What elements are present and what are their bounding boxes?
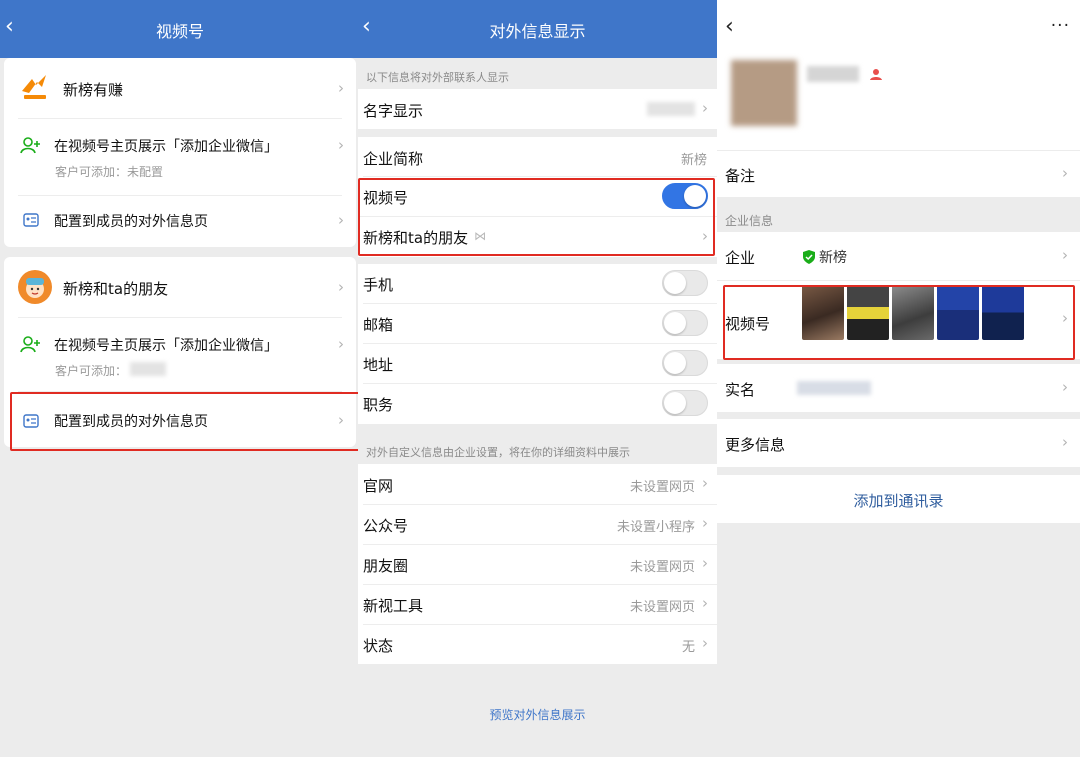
- chevron-right-icon: ›: [702, 99, 708, 117]
- verified-shield-icon: [803, 249, 815, 268]
- chevron-right-icon: ›: [338, 136, 344, 154]
- chevron-left-icon[interactable]: ‹: [725, 14, 734, 39]
- account-card-xinbang-youzhuan: 新榜有赚 › 在视频号主页展示「添加企业微信」 客户可添加：未配置 › 配置到成…: [4, 58, 356, 247]
- chevron-right-icon: ›: [1062, 378, 1068, 396]
- row-label: 在视频号主页展示「添加企业微信」: [54, 338, 278, 354]
- address-toggle[interactable]: [662, 350, 708, 376]
- divider: [363, 303, 717, 304]
- add-user-icon: [20, 135, 42, 159]
- friends-avatar: [18, 270, 52, 304]
- more-info-row[interactable]: 更多信息 ›: [717, 419, 1080, 467]
- phone-toggle[interactable]: [662, 270, 708, 296]
- highlight-box: [358, 178, 715, 256]
- chevron-right-icon: ›: [702, 554, 708, 572]
- section-note: 企业信息: [725, 214, 774, 228]
- account-name: 新榜和ta的朋友: [63, 280, 169, 298]
- real-name-row[interactable]: 实名 ›: [717, 364, 1080, 412]
- row-label: 在视频号主页展示「添加企业微信」: [54, 139, 278, 155]
- row-label: 企业简称: [363, 150, 424, 168]
- row-value: 未设置网页: [629, 560, 695, 575]
- custom-info-list: 官网 未设置网页 › 公众号 未设置小程序 › 朋友圈 未设置网页 › 新视工具…: [358, 464, 717, 664]
- show-add-wecom-row[interactable]: 在视频号主页展示「添加企业微信」 客户可添加：未配置 ›: [4, 119, 356, 181]
- row-label: 官网: [363, 477, 394, 495]
- section-note: 以下信息将对外部联系人显示: [366, 71, 509, 84]
- official-account-row[interactable]: 公众号 未设置小程序 ›: [358, 504, 717, 544]
- row-value: 无: [681, 640, 695, 655]
- highlight-box: [723, 285, 1075, 360]
- row-label: 地址: [363, 356, 394, 374]
- row-label: 配置到成员的对外信息页: [54, 214, 208, 230]
- id-card-icon: [23, 212, 39, 231]
- external-info-panel: ‹ 对外信息显示 ··· 以下信息将对外部联系人显示 名字显示 › 企业简称 新…: [358, 0, 717, 757]
- contact-profile-panel: ‹ ··· 备注 › 企业信息 企业 新榜 › 视频号 › 实名 › 更多信息 …: [717, 0, 1080, 757]
- row-value: 未设置网页: [629, 600, 695, 615]
- row-value: 新榜: [680, 153, 707, 168]
- row-label: 状态: [363, 637, 394, 655]
- add-user-icon: [20, 334, 42, 358]
- chevron-right-icon: ›: [1062, 433, 1068, 451]
- tools-row[interactable]: 新视工具 未设置网页 ›: [358, 584, 717, 624]
- chevron-right-icon: ›: [702, 514, 708, 532]
- row-label: 公众号: [363, 517, 409, 535]
- channels-settings-panel: ‹ 视频号 新榜有赚 › 在视频号主页展示「添加企业微信」 客户可添加：未配置 …: [0, 0, 360, 757]
- row-label: 名字显示: [363, 102, 424, 120]
- status-row[interactable]: 状态 无 ›: [358, 624, 717, 664]
- config-external-info-row[interactable]: 配置到成员的对外信息页 ›: [4, 196, 356, 246]
- row-label: 邮箱: [363, 316, 394, 334]
- chevron-right-icon: ›: [338, 335, 344, 353]
- name-display-row[interactable]: 名字显示 ›: [358, 89, 717, 129]
- chevron-right-icon: ›: [338, 79, 344, 97]
- redacted-name: [807, 66, 859, 82]
- row-label: 朋友圈: [363, 557, 409, 575]
- row-sublabel: 客户可添加：未配置: [55, 165, 164, 179]
- row-value: 未设置网页: [629, 480, 695, 495]
- row-label: 更多信息: [725, 436, 786, 454]
- enterprise-row[interactable]: 企业 新榜 ›: [717, 232, 1080, 280]
- divider: [363, 343, 717, 344]
- chevron-right-icon: ›: [1062, 246, 1068, 264]
- person-icon: [869, 66, 883, 85]
- row-label: 备注: [725, 167, 756, 185]
- account-name: 新榜有赚: [63, 81, 124, 99]
- profile-header: ‹ ···: [717, 0, 1080, 150]
- row-label: 企业: [725, 249, 756, 267]
- chevron-right-icon: ›: [702, 474, 708, 492]
- row-value: 未设置小程序: [616, 520, 695, 535]
- navbar: ‹ 视频号: [0, 0, 360, 58]
- row-label: 手机: [363, 276, 394, 294]
- page-title: 视频号: [155, 22, 204, 41]
- avatar: [731, 60, 797, 126]
- chevron-right-icon: ›: [338, 278, 344, 296]
- more-icon[interactable]: ···: [1051, 16, 1070, 36]
- divider: [363, 383, 717, 384]
- row-value: 新榜: [819, 250, 847, 266]
- contact-toggles: 手机 邮箱 地址 职务: [358, 264, 717, 424]
- chevron-right-icon: ›: [702, 594, 708, 612]
- remark-row[interactable]: 备注 ›: [717, 151, 1080, 197]
- add-contact-button[interactable]: 添加到通讯录: [717, 475, 1080, 523]
- moments-row[interactable]: 朋友圈 未设置网页 ›: [358, 544, 717, 584]
- redacted-value: [130, 362, 166, 376]
- chevron-right-icon: ›: [1062, 164, 1068, 182]
- website-row[interactable]: 官网 未设置网页 ›: [358, 464, 717, 504]
- redacted-value: [797, 381, 871, 395]
- highlight-box: [10, 392, 360, 451]
- row-label: 实名: [725, 381, 756, 399]
- navbar: ‹ 对外信息显示: [358, 0, 717, 58]
- row-label: 职务: [363, 396, 394, 414]
- email-toggle[interactable]: [662, 310, 708, 336]
- chevron-right-icon: ›: [338, 211, 344, 229]
- page-title: 对外信息显示: [489, 22, 586, 41]
- redacted-value: [647, 102, 695, 116]
- button-label: 添加到通讯录: [853, 492, 944, 510]
- section-note: 对外自定义信息由企业设置，将在你的详细资料中展示: [366, 446, 630, 459]
- preview-link[interactable]: 预览对外信息展示: [358, 706, 717, 723]
- row-label: 新视工具: [363, 597, 424, 615]
- company-short-row: 企业简称 新榜: [358, 137, 717, 177]
- show-add-wecom-row[interactable]: 在视频号主页展示「添加企业微信」 客户可添加： ›: [4, 318, 356, 380]
- row-sublabel: 客户可添加：: [55, 364, 128, 378]
- chevron-right-icon: ›: [702, 634, 708, 652]
- job-title-toggle[interactable]: [662, 390, 708, 416]
- xinbang-youzhuan-logo-icon: [18, 73, 52, 103]
